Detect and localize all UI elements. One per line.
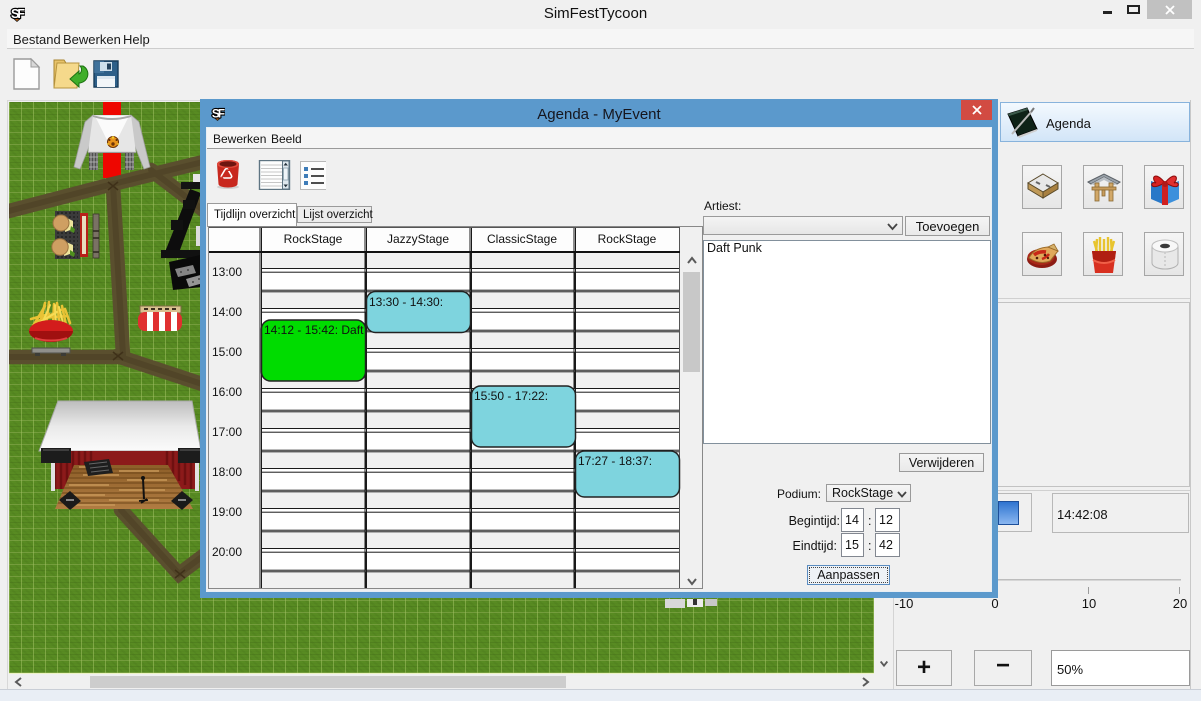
svg-text:18:00: 18:00 — [212, 465, 242, 479]
svg-text:13:00: 13:00 — [212, 265, 242, 279]
svg-text:17:00: 17:00 — [212, 425, 242, 439]
svg-text:ClassicStage: ClassicStage — [487, 232, 557, 246]
svg-text:JazzyStage: JazzyStage — [387, 232, 449, 246]
svg-text:20:00: 20:00 — [212, 545, 242, 559]
svg-text:RockStage: RockStage — [284, 232, 343, 246]
svg-text:15:50 - 17:22:: 15:50 - 17:22: — [474, 389, 548, 403]
svg-text:17:27 - 18:37:: 17:27 - 18:37: — [578, 454, 652, 468]
svg-text:15:00: 15:00 — [212, 345, 242, 359]
svg-text:14:12 - 15:42: Daft Pu: 14:12 - 15:42: Daft Pu — [264, 323, 381, 337]
svg-text:13:30 - 14:30:: 13:30 - 14:30: — [369, 295, 443, 309]
svg-text:14:00: 14:00 — [212, 305, 242, 319]
svg-text:16:00: 16:00 — [212, 385, 242, 399]
svg-text:19:00: 19:00 — [212, 505, 242, 519]
svg-text:RockStage: RockStage — [598, 232, 657, 246]
